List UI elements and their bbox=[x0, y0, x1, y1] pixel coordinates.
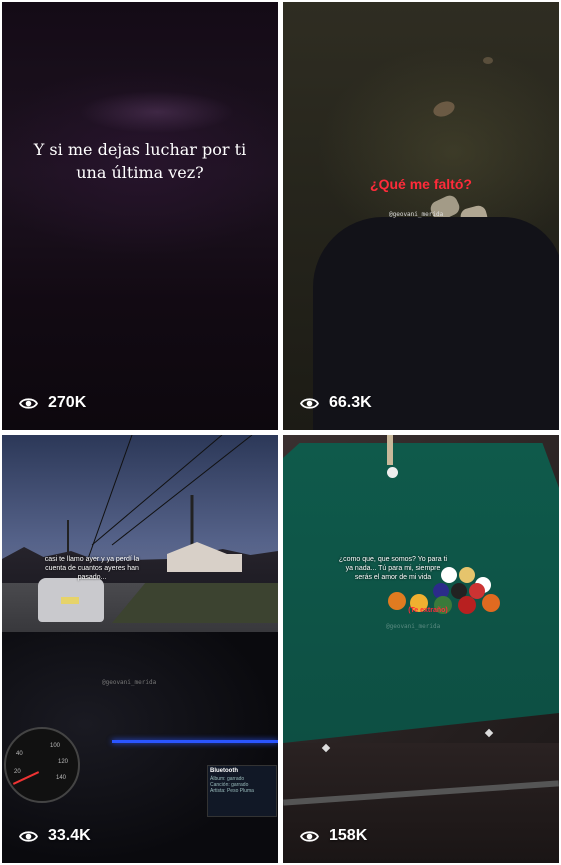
view-count: 66.3K bbox=[300, 394, 372, 412]
view-count-value: 66.3K bbox=[329, 394, 372, 411]
view-count: 270K bbox=[19, 394, 86, 412]
creator-handle: @geovani_merida bbox=[386, 623, 441, 630]
video-subcaption: (Te extraño) bbox=[408, 607, 448, 614]
cue-stick bbox=[387, 435, 393, 465]
video-caption: ¿Qué me faltó? bbox=[370, 176, 472, 192]
license-plate bbox=[61, 597, 79, 604]
stormy-sky-background bbox=[2, 2, 278, 430]
view-count-value: 270K bbox=[48, 394, 87, 411]
speedometer: 100 120 140 40 20 bbox=[4, 727, 80, 803]
leaf bbox=[483, 57, 493, 64]
view-count-value: 33.4K bbox=[48, 827, 91, 844]
video-caption: ¿como que, que somos? Yo para ti ya nada… bbox=[338, 556, 448, 581]
play-views-icon bbox=[19, 830, 38, 842]
ambient-light-strip bbox=[112, 740, 278, 743]
creator-handle: @geovani_merida bbox=[389, 211, 444, 218]
play-views-icon bbox=[19, 397, 38, 409]
video-tile-2[interactable]: ¿Qué me faltó? @geovani_merida 66.3K bbox=[283, 2, 559, 430]
view-count: 158K bbox=[300, 827, 367, 845]
view-count-value: 158K bbox=[329, 827, 368, 844]
video-caption: casi te llamo ayer y ya perdí la cuenta … bbox=[44, 556, 140, 581]
play-views-icon bbox=[300, 830, 319, 842]
video-caption: Y si me dejas luchar por ti una última v… bbox=[33, 140, 247, 182]
infotainment-screen: Bluetooth Álbum: garrado Canción: garrad… bbox=[207, 765, 277, 817]
video-tile-4[interactable]: ¿como que, que somos? Yo para ti ya nada… bbox=[283, 435, 559, 863]
play-views-icon bbox=[300, 397, 319, 409]
cue-ball bbox=[387, 467, 398, 478]
view-count: 33.4K bbox=[19, 827, 91, 845]
video-tile-3[interactable]: casi te llamo ayer y ya perdí la cuenta … bbox=[2, 435, 278, 863]
floor bbox=[283, 743, 559, 863]
creator-handle: @geovani_merida bbox=[102, 679, 157, 686]
video-tile-1[interactable]: Y si me dejas luchar por ti una última v… bbox=[2, 2, 278, 430]
